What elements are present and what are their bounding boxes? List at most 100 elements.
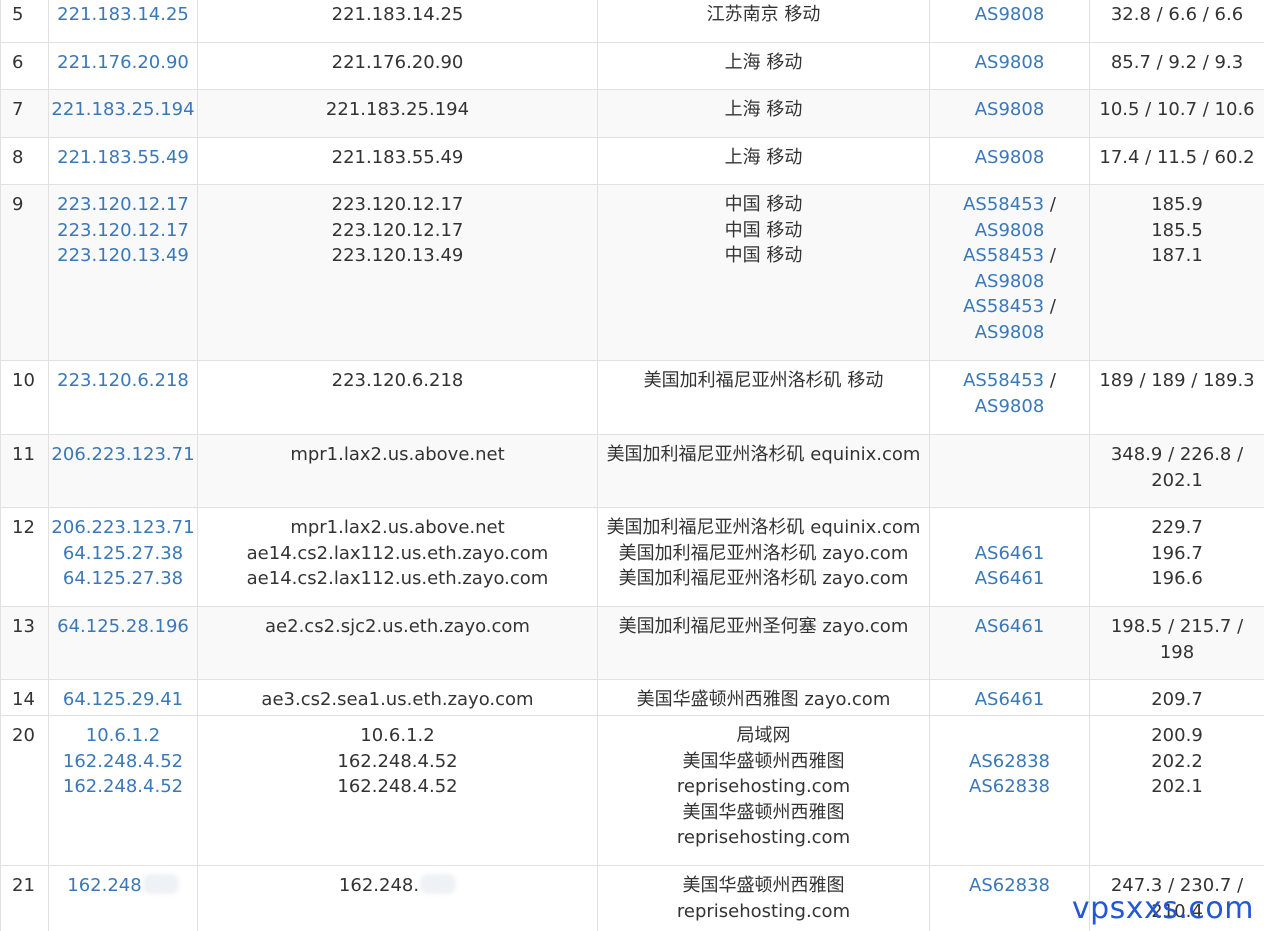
hop-number: 7 (0, 89, 49, 138)
ip-link[interactable]: 223.120.12.17 (57, 220, 189, 241)
asn-cell: AS9808 (929, 137, 1090, 185)
hostname-text: ae14.cs2.lax112.us.eth.zayo.com (246, 568, 549, 590)
asn-link[interactable]: AS9808 (975, 396, 1045, 417)
hostname-text: 223.120.13.49 (331, 245, 464, 267)
asn-separator: / (1044, 245, 1056, 267)
ip-link[interactable]: 223.120.12.17 (57, 194, 189, 215)
asn-cell: AS58453 / AS9808 AS58453 / AS9808 AS58453 / A… (929, 184, 1090, 361)
asn-link[interactable]: AS58453 (963, 370, 1044, 391)
ip-link[interactable]: 64.125.29.41 (63, 689, 183, 710)
ip-link[interactable]: 221.183.14.25 (57, 4, 189, 25)
hostname-cell: 223.120.6.218 (197, 360, 598, 435)
asn-link[interactable]: AS9808 (975, 147, 1045, 168)
latency-text: 17.4 / 11.5 / 60.2 (1099, 147, 1255, 168)
ip-link[interactable]: 10.6.1.2 (86, 725, 160, 746)
location-text: 美国华盛顿州西雅图 (682, 875, 845, 896)
hop-row: 14 64.125.29.41 ae3.cs2.sea1.us.eth.zayo.c… (0, 679, 1264, 716)
location-text: 上海 移动 (724, 52, 803, 73)
latency-cell: 85.7 / 9.2 / 9.3 (1089, 42, 1264, 90)
asn-cell: AS6461 (929, 606, 1090, 680)
location-cell: 美国华盛顿州西雅图 zayo.com (597, 679, 930, 716)
latency-text: 187.1 (1151, 245, 1203, 267)
asn-link[interactable]: AS9808 (975, 271, 1045, 292)
ip-cell: 64.125.29.41 (48, 679, 198, 716)
latency-text: 189 / 189 / 189.3 (1099, 370, 1255, 391)
ip-link[interactable]: 206.223.123.71 (51, 517, 194, 538)
ip-cell: 10.6.1.2 162.248.4.52 162.248.4.52 (48, 715, 198, 866)
latency-cell: 32.8 / 6.6 / 6.6 (1089, 0, 1264, 43)
location-cell: 上海 移动 (597, 137, 930, 185)
asn-link[interactable]: AS9808 (975, 220, 1045, 241)
latency-text: 196.6 (1151, 568, 1203, 590)
location-text: reprisehosting.com (676, 900, 851, 922)
ip-link[interactable]: 221.176.20.90 (57, 52, 189, 73)
redaction-blur (142, 874, 179, 894)
asn-link[interactable]: AS9808 (975, 52, 1045, 73)
ip-link[interactable]: 223.120.6.218 (57, 370, 189, 391)
location-text: 中国 移动 (724, 194, 803, 215)
asn-cell (929, 434, 1090, 508)
ip-link[interactable]: 206.223.123.71 (51, 444, 194, 465)
asn-link[interactable]: AS9808 (975, 322, 1045, 343)
asn-link[interactable]: AS6461 (975, 689, 1045, 710)
ip-link[interactable]: 223.120.13.49 (57, 245, 189, 266)
hop-number: 20 (0, 715, 49, 866)
asn-link[interactable]: AS9808 (975, 99, 1045, 120)
location-cell: 美国加利福尼亚州圣何塞 zayo.com (597, 606, 930, 680)
hostname-text: 221.183.25.194 (325, 99, 470, 120)
asn-link[interactable]: AS62838 (969, 751, 1050, 772)
asn-link[interactable]: AS58453 (963, 194, 1044, 215)
hop-number: 8 (0, 137, 49, 185)
location-text: 中国 移动 (724, 245, 803, 267)
asn-link[interactable]: AS6461 (975, 616, 1045, 637)
hop-row: 9 223.120.12.17 223.120.12.17 223.120.13.49… (0, 184, 1264, 361)
asn-link[interactable]: AS58453 (963, 296, 1044, 317)
hostname-text: mpr1.lax2.us.above.net (290, 444, 505, 465)
location-cell: 上海 移动 (597, 89, 930, 138)
latency-text: 202.1 (1151, 776, 1203, 798)
ip-link[interactable]: 64.125.27.38 (63, 568, 183, 589)
latency-cell: 348.9 / 226.8 / 202.1 (1089, 434, 1264, 508)
hostname-text: ae2.cs2.sjc2.us.eth.zayo.com (265, 616, 530, 637)
hostname-cell: ae2.cs2.sjc2.us.eth.zayo.com (197, 606, 598, 680)
hostname-text: mpr1.lax2.us.above.net (290, 517, 505, 538)
latency-cell: 198.5 / 215.7 / 198 (1089, 606, 1264, 680)
asn-link[interactable]: AS62838 (969, 875, 1050, 896)
traceroute-body: 5 221.183.14.25 221.183.14.25 江苏南京 移动 AS9808… (0, 0, 1264, 931)
ip-cell: 223.120.6.218 (48, 360, 198, 435)
hop-number: 12 (0, 507, 49, 607)
asn-link[interactable]: AS6461 (975, 568, 1045, 589)
asn-separator: / (1044, 370, 1056, 391)
hop-number: 13 (0, 606, 49, 680)
ip-cell: 223.120.12.17 223.120.12.17 223.120.13.49 (48, 184, 198, 361)
asn-link[interactable]: AS6461 (975, 543, 1045, 564)
asn-cell: AS58453 / AS9808 (929, 360, 1090, 435)
latency-text: 202.1 (1151, 469, 1203, 491)
hop-number: 9 (0, 184, 49, 361)
hostname-cell: 221.183.14.25 (197, 0, 598, 43)
ip-link[interactable]: 64.125.27.38 (63, 543, 183, 564)
ip-cell: 206.223.123.71 (48, 434, 198, 508)
ip-cell: 206.223.123.71 64.125.27.38 64.125.27.38 (48, 507, 198, 607)
ip-link[interactable]: 221.183.25.194 (51, 99, 194, 120)
ip-link[interactable]: 162.248 (67, 875, 141, 896)
hostname-cell: 221.183.55.49 (197, 137, 598, 185)
location-cell: 上海 移动 (597, 42, 930, 90)
ip-link[interactable]: 162.248.4.52 (63, 751, 183, 772)
latency-cell: 10.5 / 10.7 / 10.6 (1089, 89, 1264, 138)
location-text: 中国 移动 (724, 219, 803, 241)
hostname-cell: ae3.cs2.sea1.us.eth.zayo.com (197, 679, 598, 716)
hostname-cell: mpr1.lax2.us.above.net ae14.cs2.lax112.us… (197, 507, 598, 607)
ip-link[interactable]: 64.125.28.196 (57, 616, 189, 637)
ip-link[interactable]: 162.248.4.52 (63, 776, 183, 797)
location-cell: 美国加利福尼亚州洛杉矶 equinix.com (597, 434, 930, 508)
location-text: 美国加利福尼亚州洛杉矶 equinix.com (606, 444, 921, 465)
latency-text: 10.5 / 10.7 / 10.6 (1099, 99, 1255, 120)
location-cell: 局域网 美国华盛顿州西雅图 reprisehosting.com 美国华盛顿州西雅图 r… (597, 715, 930, 866)
ip-link[interactable]: 221.183.55.49 (57, 147, 189, 168)
asn-link[interactable]: AS62838 (969, 776, 1050, 797)
asn-link[interactable]: AS58453 (963, 245, 1044, 266)
hop-number: 14 (0, 679, 49, 716)
hop-row: 8 221.183.55.49 221.183.55.49 上海 移动 AS9808 17… (0, 137, 1264, 185)
asn-link[interactable]: AS9808 (975, 4, 1045, 25)
